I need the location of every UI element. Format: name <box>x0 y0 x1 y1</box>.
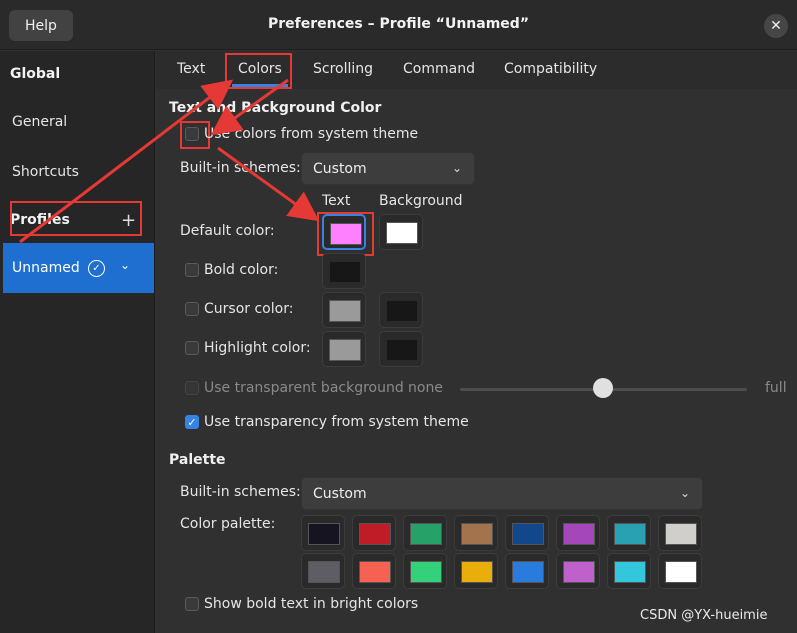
palette-color-2[interactable] <box>403 515 447 551</box>
palette-color-6[interactable] <box>607 515 651 551</box>
transparent-bg-label: Use transparent background <box>204 380 404 396</box>
tab-compatibility[interactable]: Compatibility <box>504 61 597 77</box>
annotation-box-colors-tab <box>225 53 292 89</box>
swatch-fill <box>386 300 418 322</box>
swatch-fill <box>563 561 595 583</box>
swatch-fill <box>329 261 361 283</box>
palette-scheme-dropdown[interactable]: Custom ⌄ <box>301 477 703 510</box>
swatch-fill <box>665 523 697 545</box>
palette-color-7[interactable] <box>658 515 702 551</box>
default-check-icon: ✓ <box>88 260 105 277</box>
palette-color-1[interactable] <box>352 515 396 551</box>
swatch-fill <box>308 561 340 583</box>
builtin-schemes-label: Built-in schemes: <box>180 160 301 176</box>
default-color-label: Default color: <box>180 223 275 239</box>
section-title-palette: Palette <box>169 452 226 468</box>
cursor-background-button[interactable] <box>379 292 423 328</box>
palette-color-0[interactable] <box>301 515 345 551</box>
column-header-background: Background <box>379 193 463 209</box>
swatch-fill <box>308 523 340 545</box>
sidebar-item-general[interactable]: General <box>12 114 67 130</box>
swatch-fill <box>329 300 361 322</box>
palette-color-15[interactable] <box>658 553 702 589</box>
color-palette-label: Color palette: <box>180 516 276 532</box>
swatch-fill <box>386 339 418 361</box>
palette-color-13[interactable] <box>556 553 600 589</box>
watermark: CSDN @YX-hueimie <box>640 608 768 623</box>
transparency-system-label: Use transparency from system theme <box>204 414 469 430</box>
bold-bright-label: Show bold text in bright colors <box>204 596 419 612</box>
bold-bright-checkbox[interactable] <box>185 597 199 611</box>
swatch-fill <box>614 561 646 583</box>
cursor-foreground-button[interactable] <box>322 292 366 328</box>
palette-color-3[interactable] <box>454 515 498 551</box>
swatch-fill <box>563 523 595 545</box>
default-background-color-button[interactable] <box>379 214 423 250</box>
palette-color-12[interactable] <box>505 553 549 589</box>
slider-min-label: none <box>408 380 443 396</box>
swatch-fill <box>359 561 391 583</box>
builtin-schemes-value: Custom <box>313 160 367 177</box>
swatch-fill <box>329 339 361 361</box>
palette-color-9[interactable] <box>352 553 396 589</box>
palette-color-10[interactable] <box>403 553 447 589</box>
tab-command[interactable]: Command <box>403 61 475 77</box>
column-header-text: Text <box>322 193 351 209</box>
sidebar-heading-global: Global <box>10 66 61 82</box>
swatch-fill <box>410 561 442 583</box>
transparency-system-checkbox[interactable]: ✓ <box>185 415 199 429</box>
slider-handle[interactable] <box>593 378 613 398</box>
highlight-color-checkbox[interactable] <box>185 341 199 355</box>
annotation-box-profile <box>10 201 142 236</box>
sidebar-item-shortcuts[interactable]: Shortcuts <box>12 164 79 180</box>
swatch-fill <box>512 523 544 545</box>
highlight-foreground-button[interactable] <box>322 331 366 367</box>
swatch-fill <box>410 523 442 545</box>
palette-color-8[interactable] <box>301 553 345 589</box>
bold-color-label: Bold color: <box>204 262 279 278</box>
swatch-fill <box>461 523 493 545</box>
cursor-color-label: Cursor color: <box>204 301 294 317</box>
swatch-fill <box>512 561 544 583</box>
bold-color-checkbox[interactable] <box>185 263 199 277</box>
chevron-down-icon: ⌄ <box>451 161 462 175</box>
tab-scrolling[interactable]: Scrolling <box>313 61 373 77</box>
swatch-fill <box>359 523 391 545</box>
swatch-fill <box>386 222 418 244</box>
builtin-schemes-dropdown[interactable]: Custom ⌄ <box>301 152 475 185</box>
palette-builtin-label: Built-in schemes: <box>180 484 301 500</box>
cursor-color-checkbox[interactable] <box>185 302 199 316</box>
bold-color-button[interactable] <box>322 253 366 289</box>
window-title: Preferences – Profile “Unnamed” <box>267 16 530 32</box>
swatch-fill <box>614 523 646 545</box>
highlight-background-button[interactable] <box>379 331 423 367</box>
slider-max-label: full <box>765 380 787 396</box>
profile-label: Unnamed <box>12 260 80 276</box>
annotation-box-text-color <box>317 212 374 256</box>
palette-scheme-value: Custom <box>313 485 367 502</box>
preferences-window: Help Preferences – Profile “Unnamed” ✕ G… <box>0 0 797 633</box>
titlebar: Help Preferences – Profile “Unnamed” ✕ <box>0 0 797 50</box>
chevron-down-icon[interactable]: ⌄ <box>120 258 130 272</box>
palette-color-14[interactable] <box>607 553 651 589</box>
tab-text[interactable]: Text <box>177 61 205 77</box>
chevron-down-icon: ⌄ <box>679 486 690 500</box>
close-icon[interactable]: ✕ <box>764 14 788 38</box>
highlight-color-label: Highlight color: <box>204 340 311 356</box>
swatch-fill <box>665 561 697 583</box>
swatch-fill <box>461 561 493 583</box>
palette-color-5[interactable] <box>556 515 600 551</box>
section-title-text-bg: Text and Background Color <box>169 100 382 116</box>
transparent-bg-checkbox[interactable] <box>185 381 199 395</box>
palette-color-4[interactable] <box>505 515 549 551</box>
sidebar: Global General Shortcuts Profiles + Unna… <box>0 51 155 633</box>
palette-color-11[interactable] <box>454 553 498 589</box>
use-system-colors-label: Use colors from system theme <box>204 126 419 142</box>
